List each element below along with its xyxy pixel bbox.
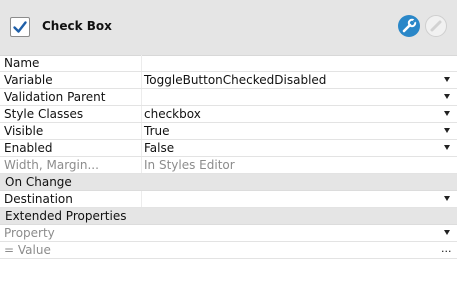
column-divider: [141, 123, 142, 139]
extended-value-row[interactable]: = Value ...: [0, 242, 457, 259]
visible-value[interactable]: True: [144, 124, 170, 138]
enabled-value[interactable]: False: [144, 141, 174, 155]
disabled-tool-button[interactable]: [425, 15, 447, 37]
property-value-field[interactable]: = Value: [4, 243, 51, 257]
panel-header: Check Box: [0, 0, 457, 56]
section-title: On Change: [5, 175, 72, 189]
property-row-name[interactable]: Name: [0, 55, 457, 72]
chevron-down-icon[interactable]: [444, 196, 450, 201]
panel-title: Check Box: [42, 19, 112, 33]
more-button[interactable]: ...: [441, 242, 452, 255]
section-extended-properties: Extended Properties: [0, 208, 457, 225]
properties-panel: Check Box Name Variable ToggleButtonChec…: [0, 0, 457, 284]
slash-icon: [430, 20, 442, 32]
property-name-field[interactable]: Property: [4, 226, 55, 240]
column-divider: [141, 157, 142, 173]
chevron-down-icon[interactable]: [444, 128, 450, 133]
extended-property-row[interactable]: Property: [0, 225, 457, 242]
style-classes-value[interactable]: checkbox: [144, 107, 201, 121]
property-label: Destination: [4, 192, 73, 206]
property-label: Enabled: [4, 141, 53, 155]
property-table: Name Variable ToggleButtonCheckedDisable…: [0, 55, 457, 259]
property-label: Name: [4, 56, 40, 70]
property-label: Validation Parent: [4, 90, 106, 104]
column-divider: [141, 55, 142, 71]
property-row-width-margin: Width, Margin... In Styles Editor: [0, 157, 457, 174]
column-divider: [141, 72, 142, 88]
section-on-change: On Change: [0, 174, 457, 191]
chevron-down-icon[interactable]: [444, 77, 450, 82]
property-row-variable[interactable]: Variable ToggleButtonCheckedDisabled: [0, 72, 457, 89]
wrench-button[interactable]: [398, 15, 420, 37]
variable-value[interactable]: ToggleButtonCheckedDisabled: [144, 73, 326, 87]
property-label: Variable: [4, 73, 53, 87]
property-label: Visible: [4, 124, 44, 138]
property-row-style-classes[interactable]: Style Classes checkbox: [0, 106, 457, 123]
property-row-visible[interactable]: Visible True: [0, 123, 457, 140]
property-row-enabled[interactable]: Enabled False: [0, 140, 457, 157]
column-divider: [141, 191, 142, 207]
property-row-validation-parent[interactable]: Validation Parent: [0, 89, 457, 106]
width-margin-value: In Styles Editor: [144, 158, 235, 172]
property-label: Style Classes: [4, 107, 84, 121]
wrench-icon: [402, 18, 417, 33]
property-row-destination[interactable]: Destination: [0, 191, 457, 208]
chevron-down-icon[interactable]: [444, 145, 450, 150]
component-checkbox[interactable]: [10, 17, 30, 37]
section-title: Extended Properties: [5, 209, 127, 223]
property-label: Width, Margin...: [4, 158, 99, 172]
chevron-down-icon[interactable]: [444, 111, 450, 116]
chevron-down-icon[interactable]: [444, 94, 450, 99]
column-divider: [141, 89, 142, 105]
checkmark-icon: [13, 21, 27, 33]
column-divider: [141, 140, 142, 156]
column-divider: [141, 106, 142, 122]
chevron-down-icon[interactable]: [444, 230, 450, 235]
